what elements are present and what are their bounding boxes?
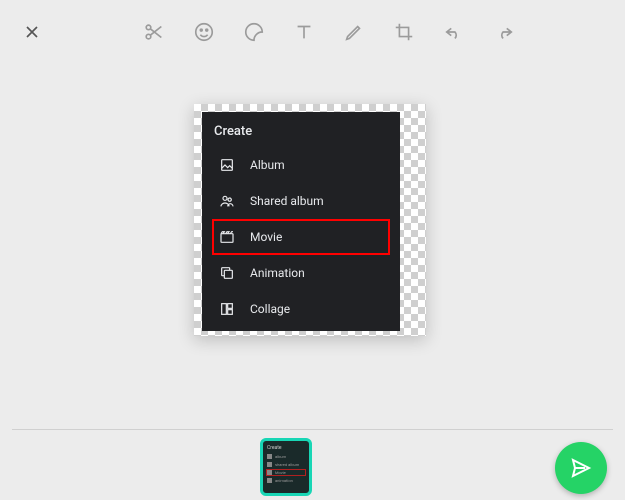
crop-tool[interactable]	[392, 20, 416, 44]
menu-label: Animation	[250, 266, 305, 280]
thumb-row: shared album	[267, 462, 305, 467]
create-menu-card: Create Album Shared album Movie Animatio…	[202, 112, 400, 331]
menu-label: Movie	[250, 230, 282, 244]
text-tool[interactable]	[292, 20, 316, 44]
emoji-icon	[193, 21, 215, 43]
menu-label: Album	[250, 158, 285, 172]
draw-tool[interactable]	[342, 20, 366, 44]
sticker-tool[interactable]	[242, 20, 266, 44]
send-button[interactable]	[555, 442, 607, 494]
undo-tool[interactable]	[442, 20, 466, 44]
crop-icon	[393, 21, 415, 43]
menu-item-collage[interactable]: Collage	[212, 291, 390, 327]
close-button[interactable]	[12, 12, 52, 52]
send-icon	[569, 456, 593, 480]
menu-label: Collage	[250, 302, 290, 316]
emoji-tool[interactable]	[192, 20, 216, 44]
tools-group	[142, 20, 516, 44]
shared-album-icon	[218, 192, 236, 210]
undo-icon	[443, 21, 465, 43]
menu-item-movie[interactable]: Movie	[212, 219, 390, 255]
menu-item-animation[interactable]: Animation	[212, 255, 390, 291]
pencil-icon	[343, 21, 365, 43]
thumb-row: animation	[267, 478, 305, 483]
movie-icon	[218, 228, 236, 246]
image-canvas[interactable]: Create Album Shared album Movie Animatio…	[194, 104, 426, 336]
menu-item-album[interactable]: Album	[212, 147, 390, 183]
menu-item-shared-album[interactable]: Shared album	[212, 183, 390, 219]
redo-tool[interactable]	[492, 20, 516, 44]
thumb-row: album	[267, 454, 305, 459]
bottom-divider	[12, 429, 613, 430]
thumbnail-preview: Create album shared album Movie animatio…	[267, 445, 305, 489]
menu-label: Shared album	[250, 194, 324, 208]
thumb-row: Movie	[267, 470, 305, 475]
image-icon	[218, 156, 236, 174]
collage-icon	[218, 300, 236, 318]
close-icon	[22, 22, 42, 42]
animation-icon	[218, 264, 236, 282]
create-menu-title: Create	[212, 124, 390, 139]
scissors-icon	[143, 21, 165, 43]
thumb-title: Create	[267, 445, 305, 451]
cut-tool[interactable]	[142, 20, 166, 44]
sticker-icon	[243, 21, 265, 43]
image-thumbnail[interactable]: Create album shared album Movie animatio…	[260, 438, 312, 496]
editor-toolbar	[0, 0, 625, 64]
text-icon	[293, 21, 315, 43]
redo-icon	[493, 21, 515, 43]
